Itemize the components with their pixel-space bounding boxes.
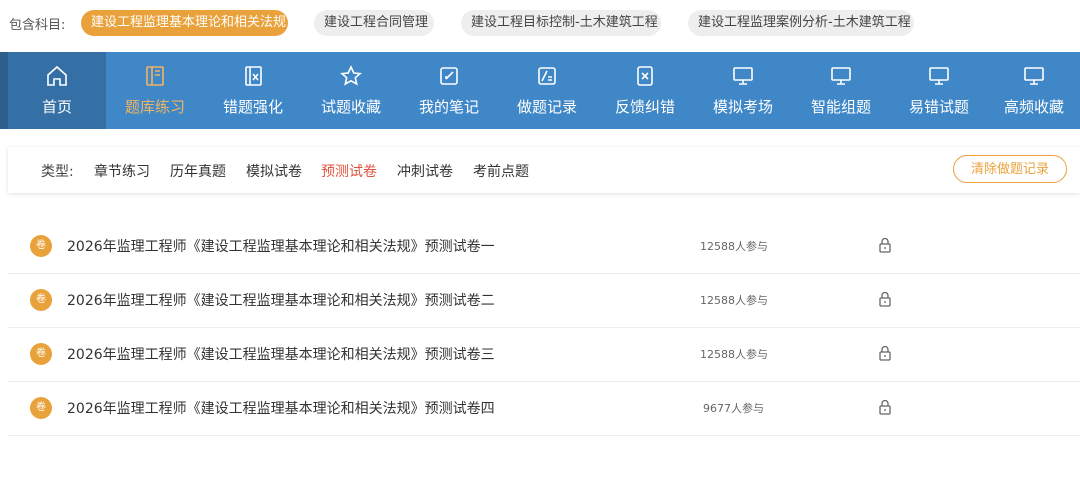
subject-chip-target[interactable]: 建设工程目标控制-土木建筑工程 — [461, 10, 661, 36]
nav-item-wrong-questions[interactable]: 错题强化 — [204, 52, 302, 129]
monitor-icon — [733, 67, 753, 85]
nav-label: 模拟考场 — [712, 98, 773, 116]
type-past-exams[interactable]: 历年真题 — [170, 161, 226, 181]
nav-label: 首页 — [41, 98, 72, 116]
paper-badge: 卷 — [30, 397, 52, 419]
subject-chip-contract[interactable]: 建设工程合同管理 — [314, 10, 434, 36]
nav-label: 试题收藏 — [320, 98, 381, 116]
nav-label: 我的笔记 — [418, 98, 479, 116]
nav-label: 错题强化 — [222, 98, 283, 116]
paper-title[interactable]: 2026年监理工程师《建设工程监理基本理论和相关法规》预测试卷一 — [67, 236, 495, 256]
wrong-doc-icon — [245, 66, 262, 86]
paper-title[interactable]: 2026年监理工程师《建设工程监理基本理论和相关法规》预测试卷二 — [67, 290, 495, 310]
lock-icon — [879, 345, 891, 361]
nav-item-favorites[interactable]: 试题收藏 — [302, 52, 400, 129]
nav-item-home[interactable]: 首页 — [8, 52, 106, 129]
home-icon — [47, 65, 67, 86]
nav-item-error-prone[interactable]: 易错试题 — [890, 52, 988, 129]
type-pre-exam-tips[interactable]: 考前点题 — [473, 161, 529, 181]
nav-item-mock-exam[interactable]: 模拟考场 — [694, 52, 792, 129]
nav-label: 智能组题 — [810, 98, 871, 116]
subject-chip-theory[interactable]: 建设工程监理基本理论和相关法规 — [81, 10, 288, 36]
nav-label: 易错试题 — [908, 98, 969, 116]
lock-icon — [879, 237, 891, 253]
type-prediction-papers[interactable]: 预测试卷 — [321, 161, 377, 181]
lock-icon — [879, 291, 891, 307]
type-chapter-practice[interactable]: 章节练习 — [94, 161, 150, 181]
type-mock-papers[interactable]: 模拟试卷 — [246, 161, 302, 181]
nav-item-high-frequency[interactable]: 高频收藏 — [988, 52, 1080, 129]
paper-row[interactable]: 卷 2026年监理工程师《建设工程监理基本理论和相关法规》预测试卷一 12588… — [8, 219, 1080, 274]
paper-participants: 12588人参与 — [700, 240, 768, 253]
type-filter-bar: 类型: 章节练习 历年真题 模拟试卷 预测试卷 冲刺试卷 考前点题 清除做题记录 — [8, 147, 1080, 193]
clear-records-button[interactable]: 清除做题记录 — [953, 155, 1067, 183]
monitor-icon — [929, 67, 949, 85]
edit-icon — [440, 67, 458, 85]
paper-title[interactable]: 2026年监理工程师《建设工程监理基本理论和相关法规》预测试卷四 — [67, 398, 495, 418]
nav-label: 题库练习 — [124, 98, 185, 116]
lock-icon — [879, 399, 891, 415]
nav-item-smart-quiz[interactable]: 智能组题 — [792, 52, 890, 129]
paper-title[interactable]: 2026年监理工程师《建设工程监理基本理论和相关法规》预测试卷三 — [67, 344, 495, 364]
paper-row[interactable]: 卷 2026年监理工程师《建设工程监理基本理论和相关法规》预测试卷二 12588… — [8, 273, 1080, 328]
paper-participants: 9677人参与 — [703, 402, 764, 415]
monitor-icon — [831, 67, 851, 85]
paper-participants: 12588人参与 — [700, 294, 768, 307]
nav-edge — [0, 52, 8, 129]
nav-label: 做题记录 — [516, 98, 577, 116]
paper-row[interactable]: 卷 2026年监理工程师《建设工程监理基本理论和相关法规》预测试卷三 12588… — [8, 327, 1080, 382]
paper-row[interactable]: 卷 2026年监理工程师《建设工程监理基本理论和相关法规》预测试卷四 9677人… — [8, 381, 1080, 436]
type-sprint-papers[interactable]: 冲刺试卷 — [397, 161, 453, 181]
paper-badge: 卷 — [30, 235, 52, 257]
nav-item-notes[interactable]: 我的笔记 — [400, 52, 498, 129]
subjects-label: 包含科目: — [9, 18, 66, 33]
nav-item-records[interactable]: 做题记录 — [498, 52, 596, 129]
nav-item-question-bank[interactable]: 题库练习 — [106, 52, 204, 129]
main-nav: 首页 题库练习 错题强化 试题收藏 我的笔记 做题记录 反馈纠错 模拟考场 智能… — [0, 52, 1080, 129]
feedback-icon — [637, 66, 653, 86]
type-label: 类型: — [41, 164, 74, 180]
record-icon — [538, 67, 556, 85]
subject-bar: 包含科目: 建设工程监理基本理论和相关法规 建设工程合同管理 建设工程目标控制-… — [0, 0, 1080, 50]
book-icon — [146, 66, 164, 86]
nav-label: 反馈纠错 — [614, 98, 675, 116]
nav-label: 高频收藏 — [1003, 98, 1064, 116]
paper-badge: 卷 — [30, 289, 52, 311]
nav-item-feedback[interactable]: 反馈纠错 — [596, 52, 694, 129]
subject-chip-case[interactable]: 建设工程监理案例分析-土木建筑工程 — [688, 10, 914, 36]
paper-badge: 卷 — [30, 343, 52, 365]
paper-participants: 12588人参与 — [700, 348, 768, 361]
star-icon — [340, 65, 362, 86]
monitor-icon — [1024, 67, 1044, 85]
